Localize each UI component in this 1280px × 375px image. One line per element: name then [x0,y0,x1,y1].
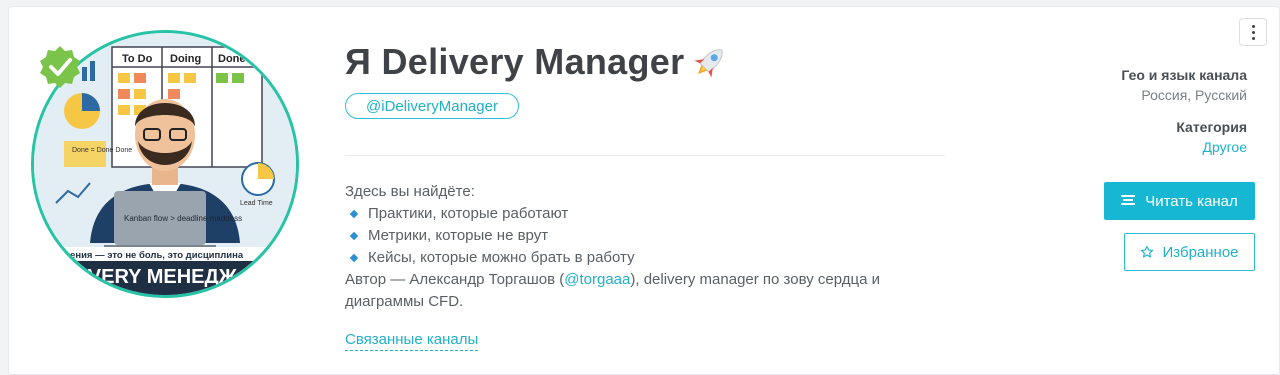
lead-time-label: Lead Time [240,200,273,207]
category-link[interactable]: Другое [1176,139,1247,155]
category-heading: Категория [1176,119,1247,135]
description-list: Практики, которые работают Метрики, кото… [345,203,905,269]
verified-badge-icon [40,46,80,88]
channel-card: To Do Doing Done Done = Done Done Lead T… [8,6,1280,375]
menu-dot [1251,30,1255,34]
channel-description: Здесь вы найдёте: Практики, которые рабо… [345,181,905,313]
diamond-bullet-icon [349,209,359,219]
list-item-text: Кейсы, которые можно брать в работу [368,249,635,266]
star-icon [1141,245,1154,258]
laptop-text: Kanban flow > deadline maddess [124,214,242,223]
board-col-todo: To Do [122,53,153,65]
geo-heading: Гео и язык канала [1121,67,1247,83]
channel-handle-link[interactable]: @iDeliveryManager [345,93,519,119]
read-channel-button[interactable]: Читать канал [1104,182,1255,220]
list-item: Кейсы, которые можно брать в работу [345,247,905,269]
board-col-doing: Doing [170,53,201,65]
menu-dot [1251,36,1255,40]
category-block: Категория Другое [1176,119,1247,155]
more-menu-button[interactable] [1239,18,1267,46]
favorite-button-label: Избранное [1162,243,1239,261]
channel-title-row: Я Delivery Manager [345,41,730,83]
list-item: Метрики, которые не врут [345,225,905,247]
read-button-label: Читать канал [1145,192,1238,210]
banner-bottom: LIVERY МЕНЕДЖ [70,266,238,288]
channel-avatar: To Do Doing Done Done = Done Done Lead T… [31,30,299,298]
description-author: Автор — Александр Торгашов (@torgaaa), d… [345,269,905,313]
diamond-bullet-icon [349,231,359,241]
sticky-note-text: Done = Done Done [72,147,132,154]
menu-dot [1251,24,1255,28]
author-prefix: Автор — Александр Торгашов ( [345,271,565,288]
rocket-icon [694,49,724,78]
author-link[interactable]: @torgaaa [564,271,630,288]
list-item: Практики, которые работают [345,203,905,225]
geo-value: Россия, Русский [1141,87,1247,103]
diamond-bullet-icon [349,253,359,263]
favorite-button[interactable]: Избранное [1124,233,1255,271]
description-intro: Здесь вы найдёте: [345,183,475,200]
related-channels-link[interactable]: Связанные каналы [345,331,479,351]
list-item-text: Метрики, которые не врут [368,227,549,244]
list-icon [1121,195,1136,205]
geo-block: Гео и язык канала Россия, Русский [1121,67,1247,103]
divider [345,155,945,156]
list-item-text: Практики, которые работают [368,205,569,222]
board-col-done: Done [218,53,246,65]
banner-line: менения — это не боль, это дисциплина [52,250,244,261]
channel-title: Я Delivery Manager [345,41,685,82]
